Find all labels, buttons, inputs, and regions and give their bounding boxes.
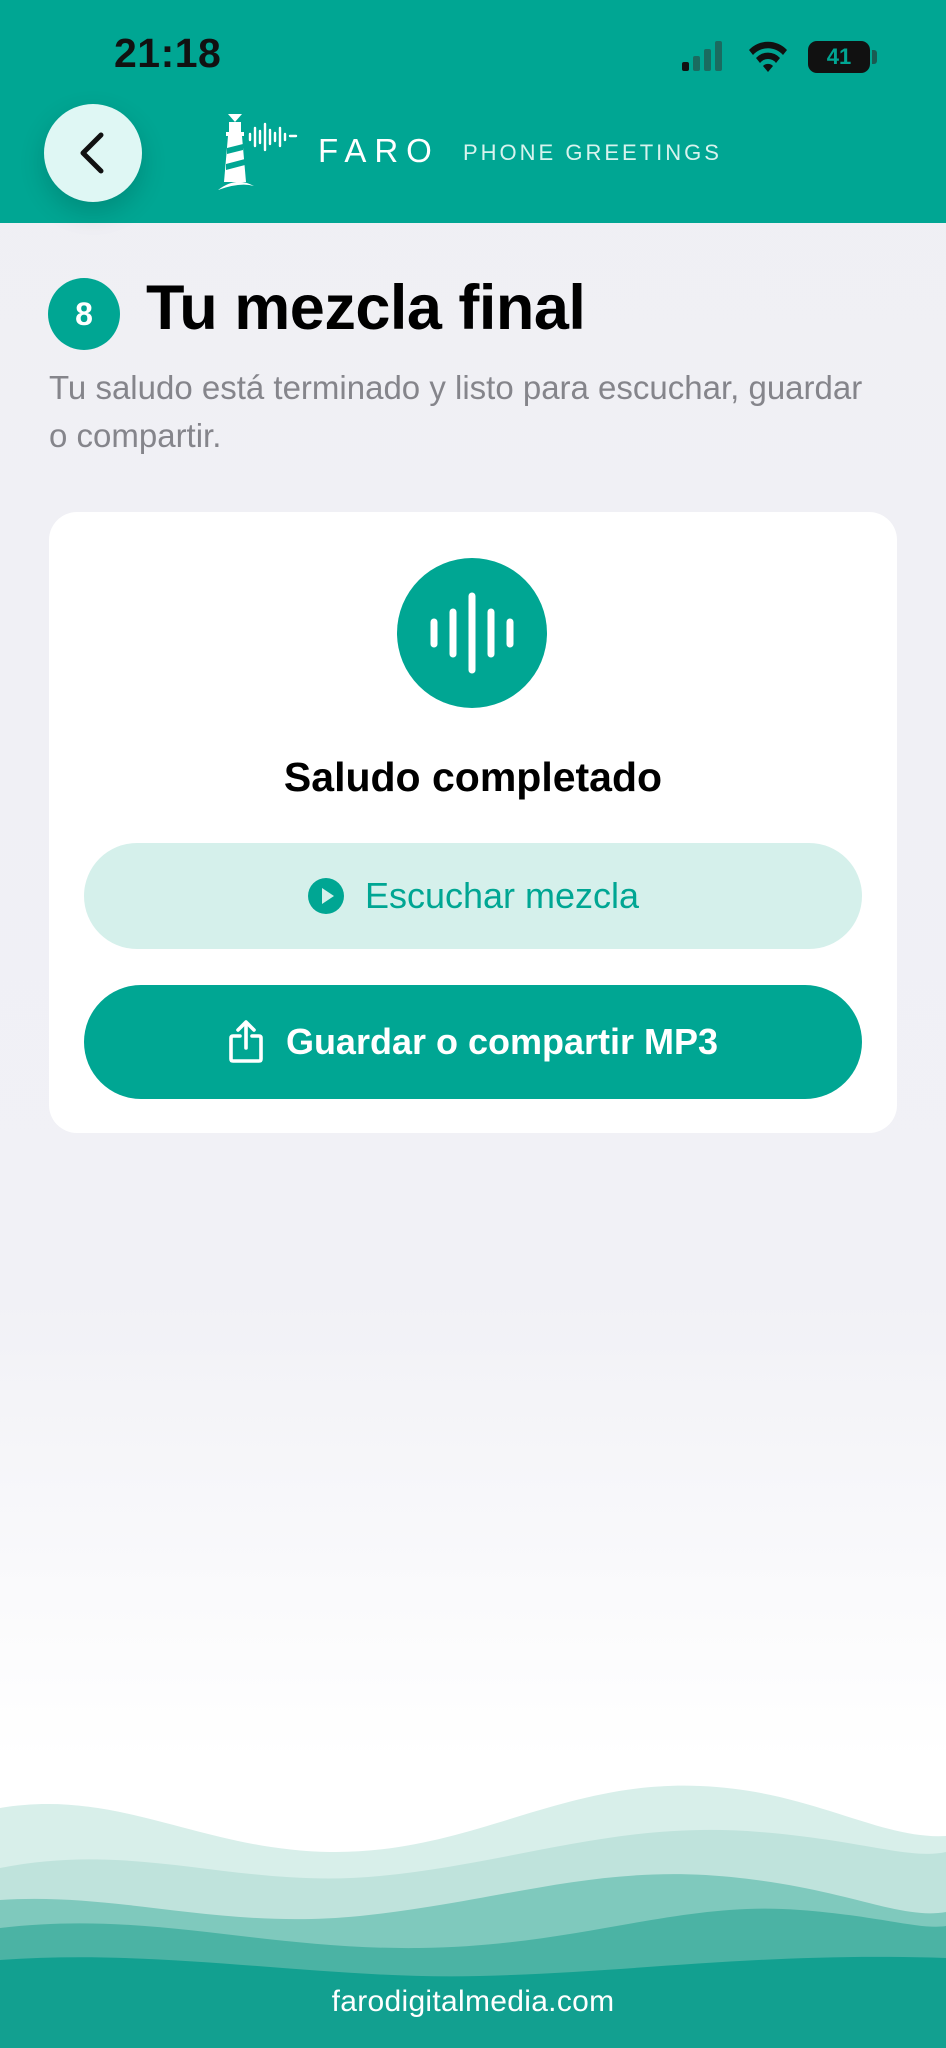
battery-icon: 41 xyxy=(808,41,870,73)
wifi-icon xyxy=(749,41,787,72)
listen-mix-label: Escuchar mezcla xyxy=(364,875,640,916)
status-time: 21:18 xyxy=(114,30,222,76)
brand-tagline: PHONE GREETINGS xyxy=(463,140,722,165)
waveform-badge xyxy=(397,558,547,708)
step-number-badge: 8 xyxy=(48,278,120,350)
save-share-mp3-label: Guardar o compartir MP3 xyxy=(285,1021,719,1062)
chevron-left-icon xyxy=(80,132,104,174)
waveform-icon xyxy=(430,592,514,674)
save-share-mp3-button[interactable]: Guardar o compartir MP3 xyxy=(84,985,862,1099)
page-subtitle: Tu saludo está terminado y listo para es… xyxy=(49,369,863,454)
lighthouse-soundwave-icon xyxy=(218,114,298,190)
play-circle-icon xyxy=(307,878,344,914)
page-title: Tu mezcla final xyxy=(146,273,586,343)
brand-name: FARO xyxy=(318,132,440,169)
app-header: 21:18 41 FARO PHONE GREETINGS xyxy=(0,0,946,223)
listen-mix-button[interactable]: Escuchar mezcla xyxy=(84,843,862,949)
back-button[interactable] xyxy=(44,104,142,202)
final-mix-card: Saludo completado Escuchar mezcla Guarda… xyxy=(49,512,897,1133)
cellular-signal-icon xyxy=(682,41,722,71)
share-icon xyxy=(229,1020,263,1063)
card-title: Saludo completado xyxy=(283,754,663,800)
battery-tip xyxy=(872,50,877,64)
footer-website-link[interactable]: farodigitalmedia.com xyxy=(0,1985,946,2019)
